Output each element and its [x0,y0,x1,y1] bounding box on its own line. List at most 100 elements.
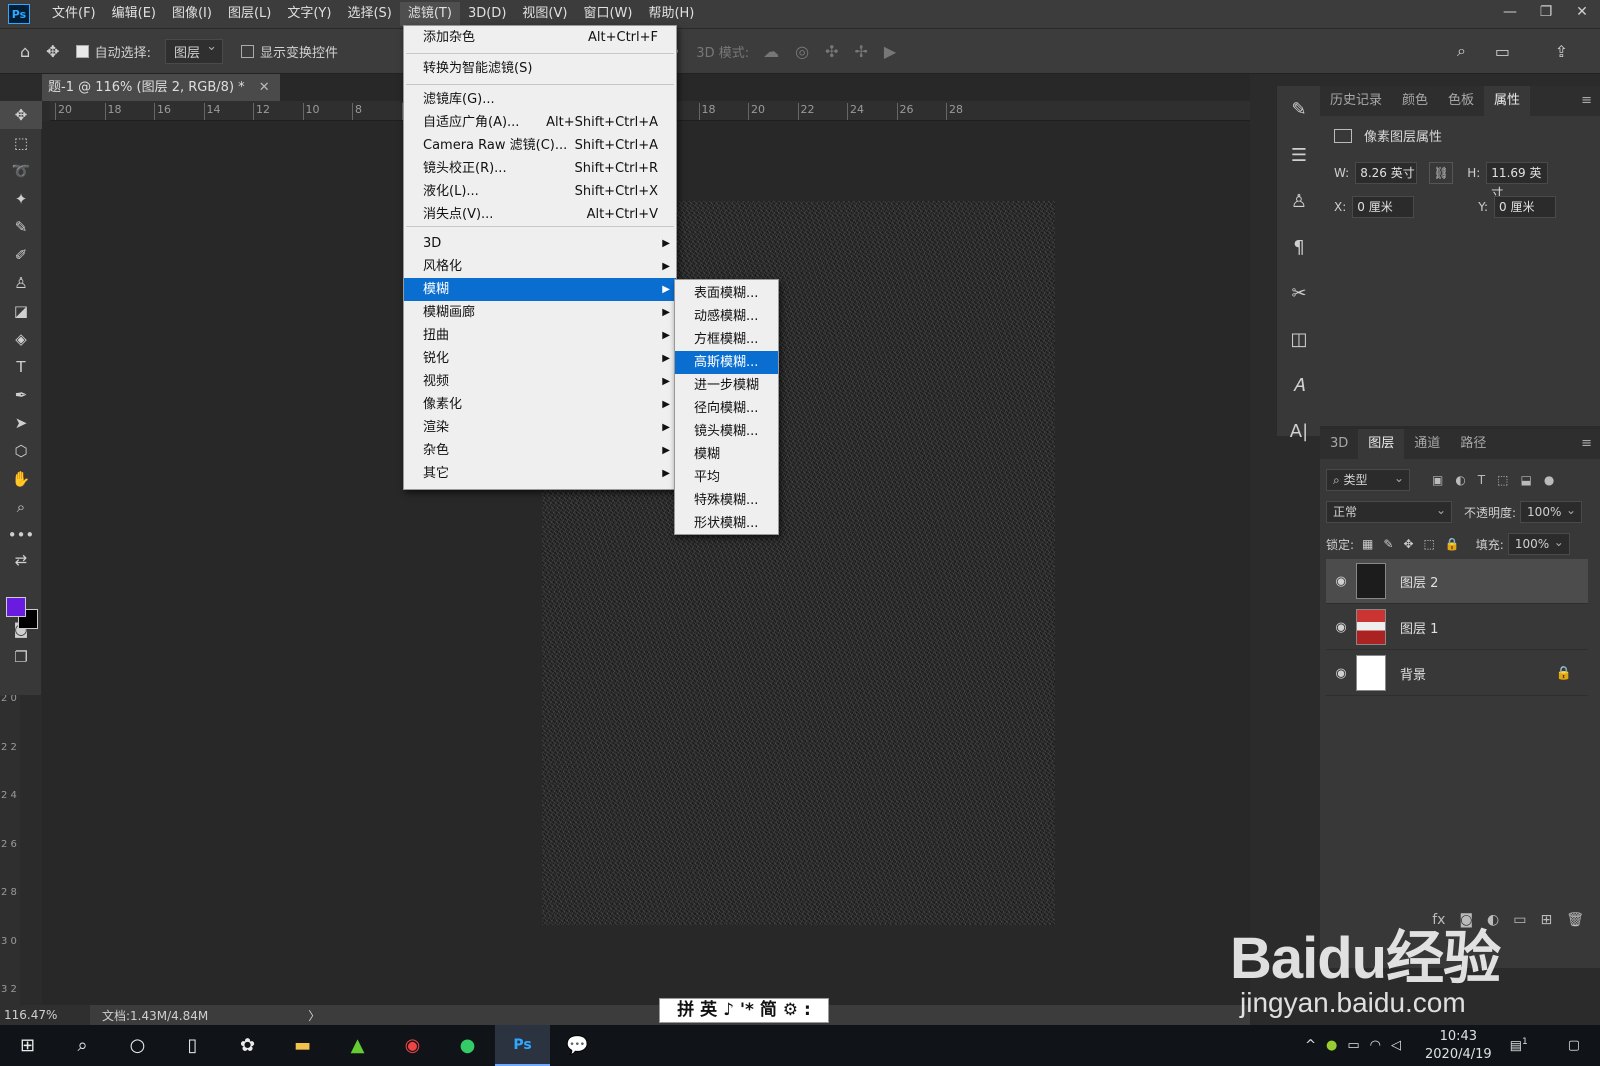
layers-menu-icon[interactable]: ≡ [1581,429,1600,459]
eye-icon[interactable]: ◉ [1326,574,1356,589]
status-chevron-icon[interactable]: 〉 [308,1007,320,1024]
paragraph-icon[interactable]: ¶ [1277,224,1321,270]
blur-menu-item[interactable]: 表面模糊... [675,282,778,305]
task-view-icon[interactable]: ▯ [165,1025,220,1066]
blur-menu-item[interactable]: 径向模糊... [675,397,778,420]
move-tool-icon[interactable]: ✥ [0,101,42,129]
blur-menu-item[interactable]: 进一步模糊 [675,374,778,397]
3d-camera-icon[interactable]: ▶ [884,42,896,61]
new-group-icon[interactable]: ▭ [1513,912,1526,928]
blur-menu-item[interactable]: 平均 [675,466,778,489]
layer-row-background[interactable]: ◉ 背景 🔒 [1326,651,1588,696]
type-tool-icon[interactable]: T [0,353,42,381]
chrome-icon[interactable]: ◉ [385,1025,440,1066]
eraser-tool-icon[interactable]: ◪ [0,297,42,325]
width-field[interactable]: 8.26 英寸 [1355,162,1418,184]
link-icon[interactable]: ⛓ [1429,162,1454,184]
menu-file[interactable]: 文件(F) [44,2,104,26]
blur-menu-item[interactable]: 方框模糊... [675,328,778,351]
brush-settings-icon[interactable]: ✎ [1277,86,1321,132]
adjustments-icon[interactable]: ☰ [1277,132,1321,178]
fill-field[interactable]: 100% [1507,532,1570,555]
blur-menu-item[interactable]: 动感模糊... [675,305,778,328]
cortana-icon[interactable]: ○ [110,1025,165,1066]
3d-slide-icon[interactable]: ✢ [854,42,867,61]
document-tab[interactable]: 题-1 @ 116% (图层 2, RGB/8) * ✕ [42,74,280,101]
tab-properties[interactable]: 属性 [1484,86,1531,116]
search-icon[interactable]: ⌕ [55,1025,110,1066]
workspace-icon[interactable]: ▭ [1495,42,1510,61]
filter-menu-item[interactable]: 液化(L)... Shift+Ctrl+X [404,180,676,203]
menu-help[interactable]: 帮助(H) [640,2,702,26]
tab-3d[interactable]: 3D [1320,429,1358,459]
auto-select-checkbox[interactable] [75,44,89,58]
menu-view[interactable]: 视图(V) [514,2,575,26]
3d-orbit-icon[interactable]: ☁ [763,42,779,61]
filter-menu-item[interactable]: 镜头校正(R)... Shift+Ctrl+R [404,157,676,180]
share-icon[interactable]: ⇪ [1555,42,1568,61]
new-layer-icon[interactable]: ⊞ [1540,912,1552,928]
tab-layers[interactable]: 图层 [1358,429,1405,459]
glyphs-icon[interactable]: 𝐴 [1277,362,1321,408]
battery-icon[interactable]: ▭ [1347,1038,1359,1053]
hand-tool-icon[interactable]: ✋ [0,465,42,493]
blur-menu-item[interactable]: 高斯模糊... [675,351,778,374]
zoom-level[interactable]: 116.47% [0,1005,90,1025]
screen-mode-icon[interactable]: ❐ [0,643,42,671]
filter-menu-item[interactable]: 杂色 ▶ [404,439,676,462]
filter-menu-item[interactable]: Camera Raw 滤镜(C)... Shift+Ctrl+A [404,134,676,157]
wechat-icon[interactable]: 💬 [550,1025,605,1066]
show-transform-checkbox[interactable] [240,44,254,58]
lasso-tool-icon[interactable]: ➰ [0,157,42,185]
magic-wand-tool-icon[interactable]: ✦ [0,185,42,213]
filter-menu-item[interactable]: 转换为智能滤镜(S) [404,57,676,80]
height-field[interactable]: 11.69 英寸 [1486,162,1549,200]
stamp-tool-icon[interactable]: ♙ [0,269,42,297]
layer-row-layer1[interactable]: ◉ 图层 1 [1326,605,1588,650]
ime-toolbar[interactable]: 拼 英 ♪ '* 简 ⚙ : [659,998,829,1023]
blur-menu-item[interactable]: 形状模糊... [675,512,778,535]
color-swatches[interactable] [6,597,42,633]
character-icon[interactable]: A| [1277,408,1321,454]
volume-icon[interactable]: ◁ [1391,1038,1401,1053]
marquee-tool-icon[interactable]: ⬚ [0,129,42,157]
filter-menu-item[interactable]: 锐化 ▶ [404,347,676,370]
notification-icon[interactable]: ▤1 [1510,1037,1528,1053]
image-app-icon[interactable]: ▲ [330,1025,385,1066]
zoom-tool-icon[interactable]: ⌕ [0,493,42,521]
app-icon[interactable]: ✿ [220,1025,275,1066]
filter-menu-item[interactable]: 添加杂色 Alt+Ctrl+F [404,26,676,49]
photoshop-taskbar-icon[interactable]: Ps [495,1025,550,1066]
network-icon[interactable]: ◠ [1370,1038,1381,1053]
menu-edit[interactable]: 编辑(E) [104,2,164,26]
filter-menu-item[interactable]: 3D ▶ [404,232,676,255]
chevron-up-icon[interactable]: ^ [1305,1038,1316,1053]
filter-menu-item[interactable]: 视频 ▶ [404,370,676,393]
opacity-field[interactable]: 100% [1520,500,1583,523]
auto-select-dropdown[interactable]: 图层 [164,38,223,64]
move-tool-icon[interactable]: ✥ [46,42,59,61]
more-tools-icon[interactable]: ••• [0,521,42,549]
libraries-icon[interactable]: ◫ [1277,316,1321,362]
clone-source-icon[interactable]: ♙ [1277,178,1321,224]
minimize-button[interactable]: — [1492,0,1528,24]
windows-start-icon[interactable]: ⊞ [0,1025,55,1066]
tab-channels[interactable]: 通道 [1404,429,1450,459]
close-window-button[interactable]: ✕ [1564,0,1600,24]
brush-tool-icon[interactable]: ✐ [0,241,42,269]
x-field[interactable]: 0 厘米 [1352,196,1415,218]
layer-filter-icons[interactable]: ▣◐T⬚⬓● [1432,473,1566,487]
filter-menu-item[interactable]: 消失点(V)... Alt+Ctrl+V [404,203,676,226]
browser-icon[interactable]: ● [440,1025,495,1066]
foreground-color-swatch[interactable] [6,597,26,617]
delete-layer-icon[interactable]: 🗑 [1566,912,1584,928]
filter-menu-item[interactable]: 扭曲 ▶ [404,324,676,347]
eye-icon[interactable]: ◉ [1326,666,1356,681]
close-tab-icon[interactable]: ✕ [259,80,270,95]
pen-tool-icon[interactable]: ✒ [0,381,42,409]
filter-menu-item[interactable]: 自适应广角(A)... Alt+Shift+Ctrl+A [404,111,676,134]
layer-filter-dropdown[interactable]: ⌕ 类型 [1326,468,1410,491]
restore-button[interactable]: ❐ [1528,0,1564,24]
shape-tool-icon[interactable]: ⬡ [0,437,42,465]
tab-swatches[interactable]: 色板 [1438,86,1484,116]
